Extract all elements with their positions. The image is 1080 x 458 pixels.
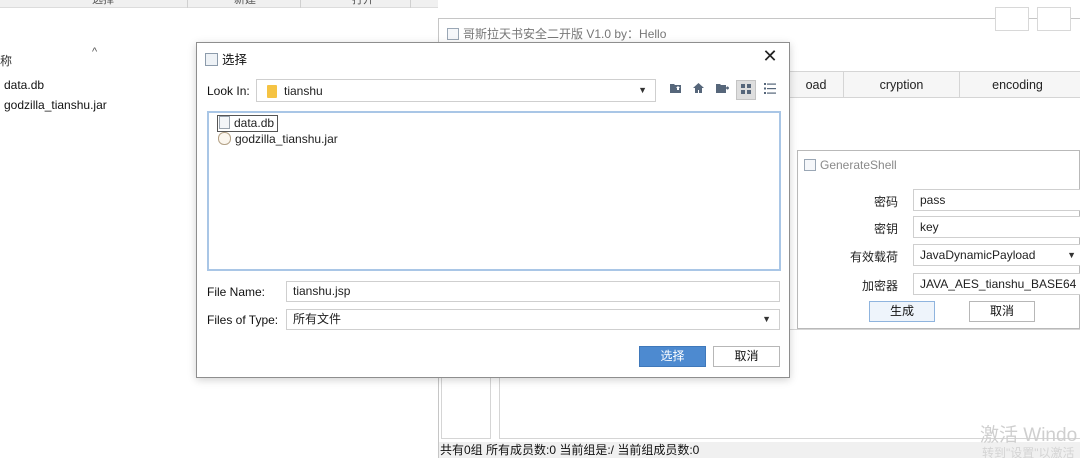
key-label: 密钥 (873, 222, 898, 236)
dialog-title: 选择 (205, 49, 247, 68)
payload-label: 有效载荷 (849, 250, 898, 264)
file-name-label: File Name: (207, 285, 266, 299)
file-icon (219, 116, 230, 129)
encryptor-select-value: JAVA_AES_tianshu_BASE64 (920, 277, 1077, 291)
encryptor-select[interactable]: JAVA_AES_tianshu_BASE64 (913, 273, 1080, 295)
look-in-select[interactable]: tianshu ▼ (256, 79, 656, 102)
encryptor-label: 加密器 (861, 279, 898, 293)
activation-watermark: 激活 Windo (980, 425, 1078, 446)
tool-window-title: 哥斯拉天书安全二开版 V1.0 by：Hello (447, 25, 666, 42)
java-app-icon (205, 53, 218, 66)
payload-select[interactable]: JavaDynamicPayload ▼ (913, 244, 1080, 266)
new-folder-icon[interactable] (712, 80, 732, 100)
look-in-value: tianshu (284, 84, 323, 98)
divider (300, 0, 301, 8)
divider (410, 0, 411, 8)
close-icon[interactable]: ✕ (759, 45, 781, 67)
explorer-toolbar-item[interactable]: 新建 (234, 0, 256, 7)
explorer-toolbar-item[interactable]: 打开 (352, 0, 374, 7)
password-field[interactable]: pass (913, 189, 1080, 211)
explorer-file-item[interactable]: godzilla_tianshu.jar (4, 98, 107, 116)
java-app-icon (447, 28, 459, 40)
look-in-label: Look In: (207, 84, 250, 98)
generate-button[interactable]: 生成 (869, 301, 935, 322)
explorer-toolbar-item[interactable]: 选择 (92, 0, 114, 7)
window-control-button[interactable] (1037, 7, 1071, 31)
password-label: 密码 (873, 195, 898, 209)
sort-chevron-icon: ^ (92, 46, 98, 58)
generate-shell-dialog: GenerateShell 密码 pass 密钥 key 有效载荷 JavaDy… (797, 150, 1080, 329)
payload-select-value: JavaDynamicPayload (920, 248, 1036, 262)
select-button[interactable]: 选择 (639, 346, 706, 367)
cancel-button[interactable]: 取消 (713, 346, 780, 367)
chevron-down-icon: ▼ (638, 85, 647, 95)
file-list-item[interactable]: data.db (217, 115, 279, 132)
file-name-input[interactable]: tianshu.jsp (286, 281, 780, 302)
key-field[interactable]: key (913, 216, 1080, 238)
list-view-icon[interactable] (736, 80, 756, 100)
file-chooser-dialog: 选择 ✕ Look In: tianshu ▼ data.db godzilla… (196, 42, 790, 378)
file-type-value: 所有文件 (293, 312, 342, 326)
java-file-icon (218, 132, 231, 145)
home-icon[interactable] (688, 80, 708, 100)
chevron-down-icon: ▼ (762, 314, 771, 324)
tab-payload[interactable]: oad (789, 72, 843, 98)
name-column-label: 称 (0, 54, 13, 68)
file-list[interactable]: data.db godzilla_tianshu.jar (207, 111, 781, 271)
up-folder-icon[interactable] (666, 80, 686, 100)
chevron-down-icon: ▼ (1067, 250, 1076, 260)
file-type-label: Files of Type: (207, 313, 279, 327)
generate-shell-title: GenerateShell (804, 158, 897, 172)
explorer-name-header[interactable]: 称 ^ (0, 46, 196, 68)
folder-icon (267, 85, 277, 98)
window-control-button[interactable] (995, 7, 1029, 31)
explorer-file-item[interactable]: data.db (4, 78, 44, 96)
activation-watermark-sub: 转到"设置"以激活 (982, 446, 1075, 458)
file-list-item[interactable]: godzilla_tianshu.jar (218, 132, 338, 149)
cancel-button[interactable]: 取消 (969, 301, 1035, 322)
divider (187, 0, 188, 8)
tab-encoding[interactable]: encoding (959, 72, 1075, 98)
file-type-select[interactable]: 所有文件 ▼ (286, 309, 780, 330)
details-view-icon[interactable] (760, 80, 780, 100)
tab-cryption[interactable]: cryption (843, 72, 959, 98)
explorer-toolbar: 选择 新建 打开 (0, 0, 438, 8)
java-app-icon (804, 159, 816, 171)
